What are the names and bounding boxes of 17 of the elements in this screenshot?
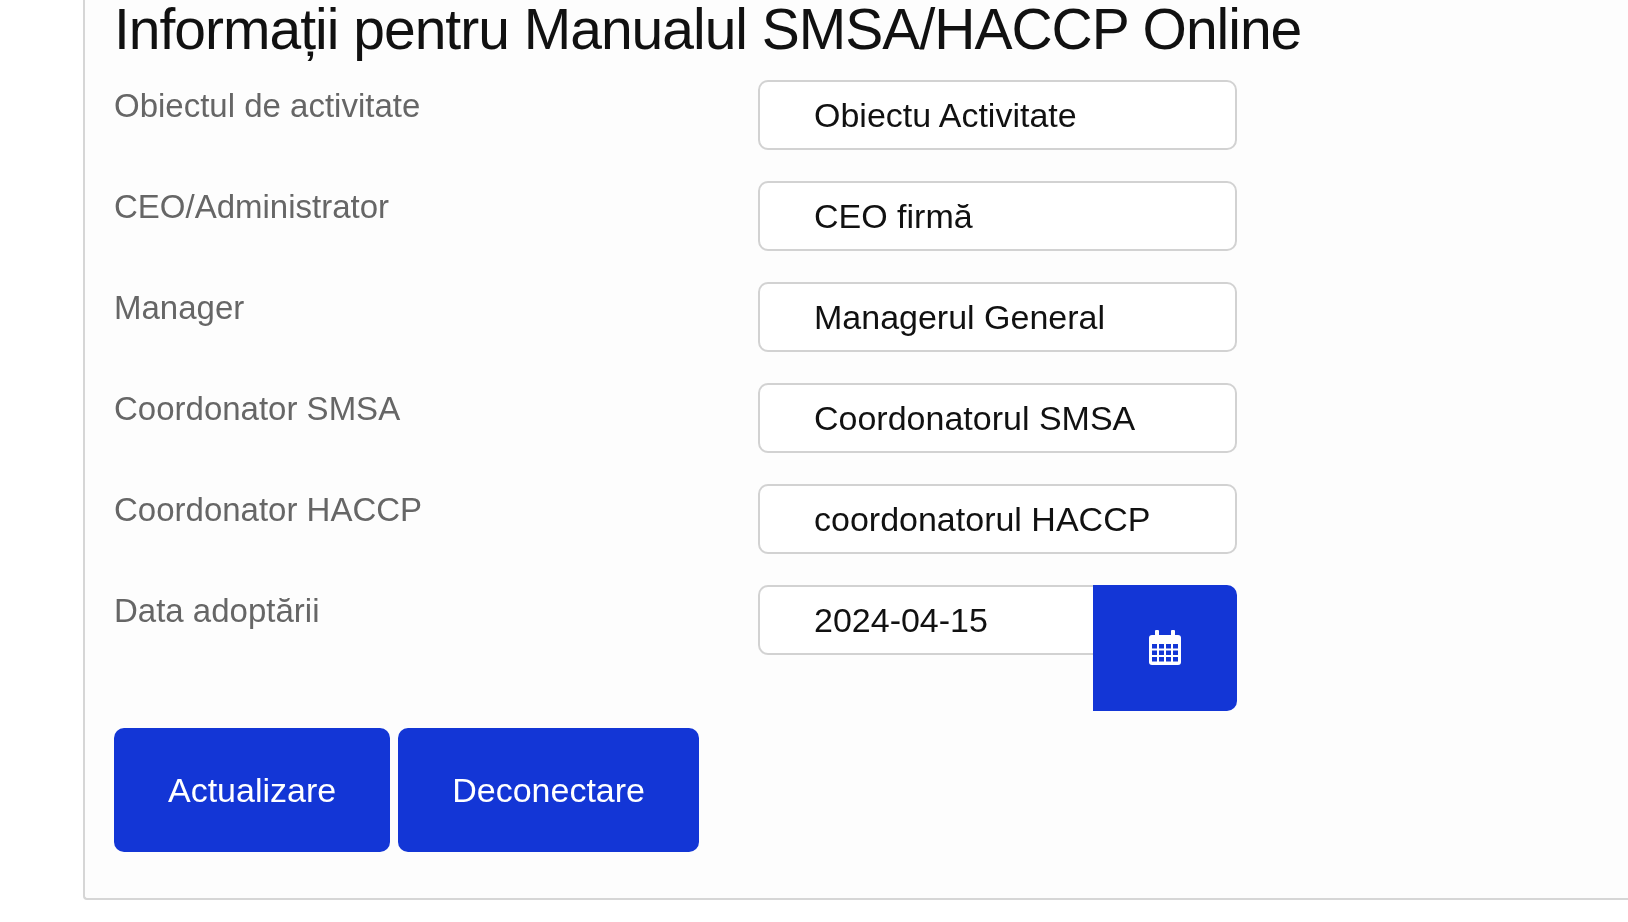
update-button[interactable]: Actualizare — [114, 728, 391, 852]
calendar-icon — [1148, 630, 1182, 666]
field-label: Obiectul de activitate — [114, 86, 422, 125]
field-label: Coordonator SMSA — [114, 389, 402, 428]
text-field[interactable]: Coordonatorul SMSA — [758, 383, 1237, 453]
field-label: CEO/Administrator — [114, 187, 391, 226]
page-title: Informații pentru Manualul SMSA/HACCP Online — [114, 0, 1303, 63]
calendar-button[interactable] — [1093, 585, 1237, 711]
field-label: Data adoptării — [114, 591, 321, 630]
text-field[interactable]: Managerul General — [758, 282, 1237, 352]
text-field[interactable]: CEO firmă — [758, 181, 1237, 251]
logout-button[interactable]: Deconectare — [398, 728, 699, 852]
field-label: Manager — [114, 288, 246, 327]
text-field[interactable]: Obiectu Activitate — [758, 80, 1237, 150]
field-label: Coordonator HACCP — [114, 490, 424, 529]
date-field[interactable]: 2024-04-15 — [758, 585, 1093, 655]
text-field[interactable]: coordonatorul HACCP — [758, 484, 1237, 554]
